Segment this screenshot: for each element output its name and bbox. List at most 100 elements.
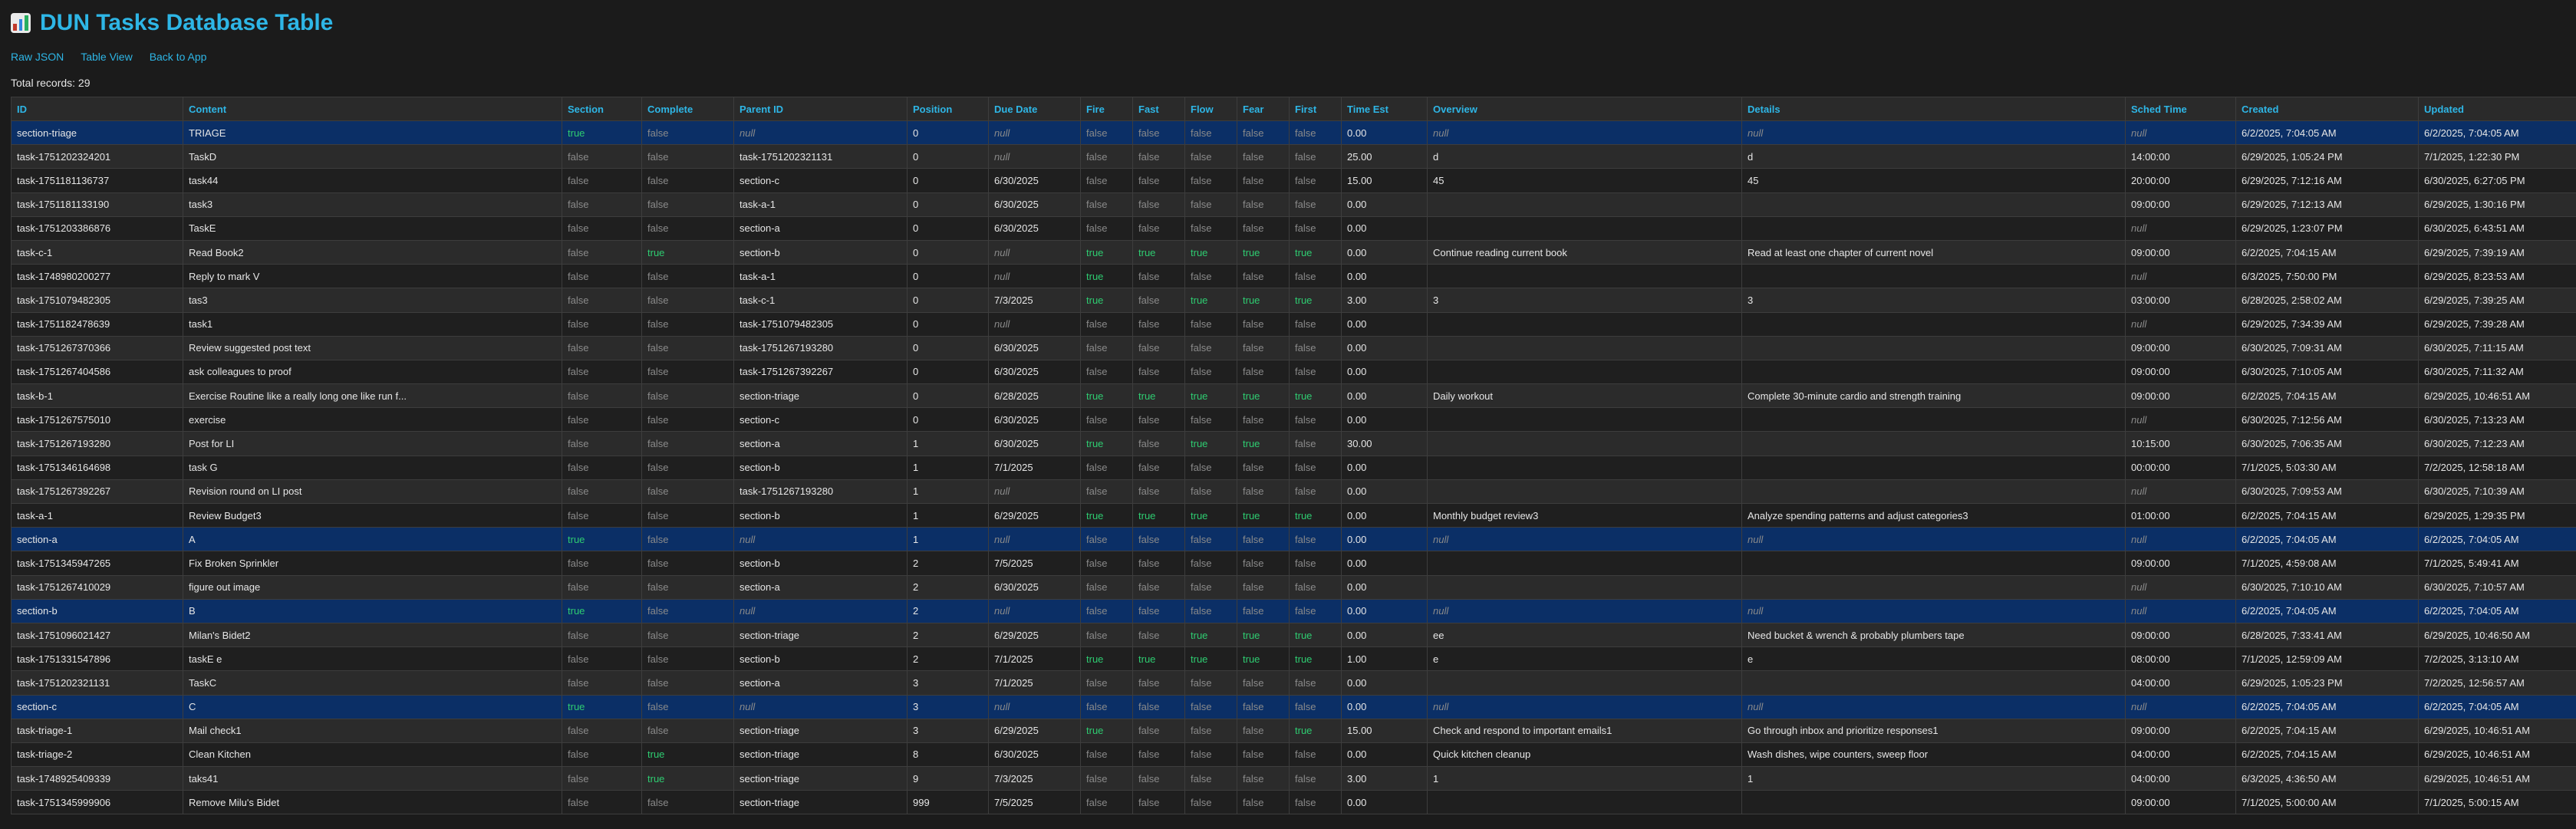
cell-first: true [1289, 383, 1342, 409]
cell-fast: false [1132, 479, 1185, 505]
cell-created: 6/30/2025, 7:10:10 AM [2235, 574, 2419, 600]
cell-due-date: 6/30/2025 [988, 335, 1081, 360]
table-row[interactable]: task-1751203386876 TaskE false false section… [11, 215, 2576, 241]
cell-updated: 6/30/2025, 7:10:39 AM [2418, 479, 2576, 505]
cell-parent-id: section-c [733, 168, 908, 193]
column-header-parent-id: Parent ID [733, 97, 908, 121]
table-row[interactable]: task-1748980200277 Reply to mark Vfalse fa… [11, 264, 2576, 289]
cell-created: 6/2/2025, 7:04:05 AM [2235, 598, 2419, 623]
cell-content: task3 [183, 192, 562, 217]
table-row[interactable]: task-a-1 Review Budget3 false false section-… [11, 502, 2576, 528]
cell-parent-id: section-a [733, 431, 908, 456]
cell-section: false [562, 215, 642, 241]
cell-fast: true [1132, 239, 1185, 265]
cell-complete: false [641, 359, 734, 385]
cell-id: task-1748925409339 [11, 766, 183, 791]
cell-details: Go through inbox and prioritize response… [1741, 718, 2126, 743]
cell-updated: 7/2/2025, 12:58:18 AM [2418, 455, 2576, 480]
cell-complete: false [641, 455, 734, 480]
table-row[interactable]: task-1751345999906 Remove Milu's Bidet fal… [11, 790, 2576, 815]
cell-details: Analyze spending patterns and adjust cat… [1741, 502, 2126, 528]
table-row[interactable]: task-1751181136737 task44 false false sectio… [11, 168, 2576, 193]
table-row[interactable]: task-1751331547896 taskE e false false secti… [11, 646, 2576, 672]
cell-fast: false [1132, 527, 1185, 552]
cell-complete: false [641, 311, 734, 337]
cell-created: 7/1/2025, 5:03:30 AM [2235, 455, 2419, 480]
table-row[interactable]: section-c Ctrue false null 3 null false false fa… [11, 694, 2576, 719]
cell-parent-id: task-1751079482305 [733, 311, 908, 337]
cell-details [1741, 407, 2126, 433]
cell-parent-id: null [733, 694, 908, 719]
cell-complete: false [641, 168, 734, 193]
table-row[interactable]: task-1751079482305 tas3 false false task-c-1… [11, 288, 2576, 313]
table-view-link[interactable]: Table View [81, 51, 132, 63]
cell-updated: 6/30/2025, 7:13:23 AM [2418, 407, 2576, 433]
page-title: DUN Tasks Database Table [11, 0, 2565, 38]
cell-fear: false [1237, 551, 1290, 576]
cell-first: false [1289, 407, 1342, 433]
cell-created: 7/1/2025, 5:00:00 AM [2235, 790, 2419, 815]
table-row[interactable]: section-b Btrue false null 2 null false false fa… [11, 598, 2576, 623]
page-title-text: DUN Tasks Database Table [40, 10, 334, 35]
cell-fear: true [1237, 239, 1290, 265]
table-row[interactable]: task-1751267575010 exercise false false sect… [11, 407, 2576, 433]
table-row[interactable]: task-triage-1 Mail check1 false false sectio… [11, 718, 2576, 743]
cell-created: 6/30/2025, 7:09:53 AM [2235, 479, 2419, 505]
table-row[interactable]: task-1751345947265 Fix Broken Sprinkler fa… [11, 551, 2576, 576]
cell-complete: false [641, 431, 734, 456]
cell-sched-time: 04:00:00 [2125, 766, 2236, 791]
table-row[interactable]: task-1751182478639 task1 false false task-17… [11, 311, 2576, 337]
table-row[interactable]: section-a Atrue false null 1 null false false fa… [11, 527, 2576, 552]
cell-overview: 3 [1427, 288, 1742, 313]
cell-first: false [1289, 144, 1342, 169]
table-row[interactable]: task-triage-2 Clean Kitchen false true secti… [11, 742, 2576, 768]
cell-fast: false [1132, 407, 1185, 433]
table-row[interactable]: task-1751096021427 Milan's Bidet2 false fal… [11, 622, 2576, 648]
cell-first: false [1289, 455, 1342, 480]
table-row[interactable]: task-1751267370366 Review suggested post … [11, 335, 2576, 360]
cell-id: task-1751096021427 [11, 622, 183, 648]
cell-position: 2 [907, 646, 989, 672]
cell-due-date: 6/30/2025 [988, 407, 1081, 433]
table-row[interactable]: task-1751202321131 TaskC false false section… [11, 670, 2576, 696]
cell-time-est: 0.00 [1341, 215, 1428, 241]
cell-overview: null [1427, 598, 1742, 623]
cell-updated: 7/2/2025, 3:13:10 AM [2418, 646, 2576, 672]
cell-section: true [562, 598, 642, 623]
table-row[interactable]: task-1751267410029 figure out image false f… [11, 574, 2576, 600]
cell-created: 6/29/2025, 7:12:16 AM [2235, 168, 2419, 193]
cell-fast: false [1132, 790, 1185, 815]
table-row[interactable]: task-1751202324201 TaskD false false task-17… [11, 144, 2576, 169]
cell-fear: false [1237, 694, 1290, 719]
cell-id: task-triage-1 [11, 718, 183, 743]
table-row[interactable]: task-1751267404586 ask colleagues to proo… [11, 359, 2576, 385]
raw-json-link[interactable]: Raw JSON [11, 51, 64, 63]
cell-fear: false [1237, 311, 1290, 337]
cell-section: false [562, 646, 642, 672]
cell-flow: false [1184, 311, 1237, 337]
cell-section: false [562, 335, 642, 360]
back-to-app-link[interactable]: Back to App [150, 51, 207, 63]
cell-id: task-1751267410029 [11, 574, 183, 600]
cell-sched-time: 14:00:00 [2125, 144, 2236, 169]
page: DUN Tasks Database Table Raw JSON Table … [0, 0, 2576, 815]
cell-flow: false [1184, 790, 1237, 815]
cell-details: Read at least one chapter of current nov… [1741, 239, 2126, 265]
table-row[interactable]: task-1751267392267 Revision round on LI p… [11, 479, 2576, 505]
cell-content: A [183, 527, 562, 552]
total-records: Total records: 29 [11, 77, 91, 89]
cell-fire: true [1080, 383, 1133, 409]
table-row[interactable]: task-b-1 Exercise Routine like a really l… [11, 383, 2576, 409]
cell-updated: 6/30/2025, 7:12:23 AM [2418, 431, 2576, 456]
table-row[interactable]: section-triage TRIAGE true false null 0 null fa… [11, 120, 2576, 146]
cell-overview: 1 [1427, 766, 1742, 791]
cell-due-date: null [988, 144, 1081, 169]
table-row[interactable]: task-1751267193280 Post for LI false false s… [11, 431, 2576, 456]
table-row[interactable]: task-1748925409339 taks41 false true section… [11, 766, 2576, 791]
table-row[interactable]: task-c-1 Read Book2 false true section-b 0 nul… [11, 239, 2576, 265]
table-row[interactable]: task-1751346164698 task Gfalse false sectio… [11, 455, 2576, 480]
cell-updated: 7/1/2025, 5:49:41 AM [2418, 551, 2576, 576]
cell-complete: true [641, 239, 734, 265]
table-row[interactable]: task-1751181133190 task3 false false task-a-… [11, 192, 2576, 217]
cell-sched-time: 10:15:00 [2125, 431, 2236, 456]
